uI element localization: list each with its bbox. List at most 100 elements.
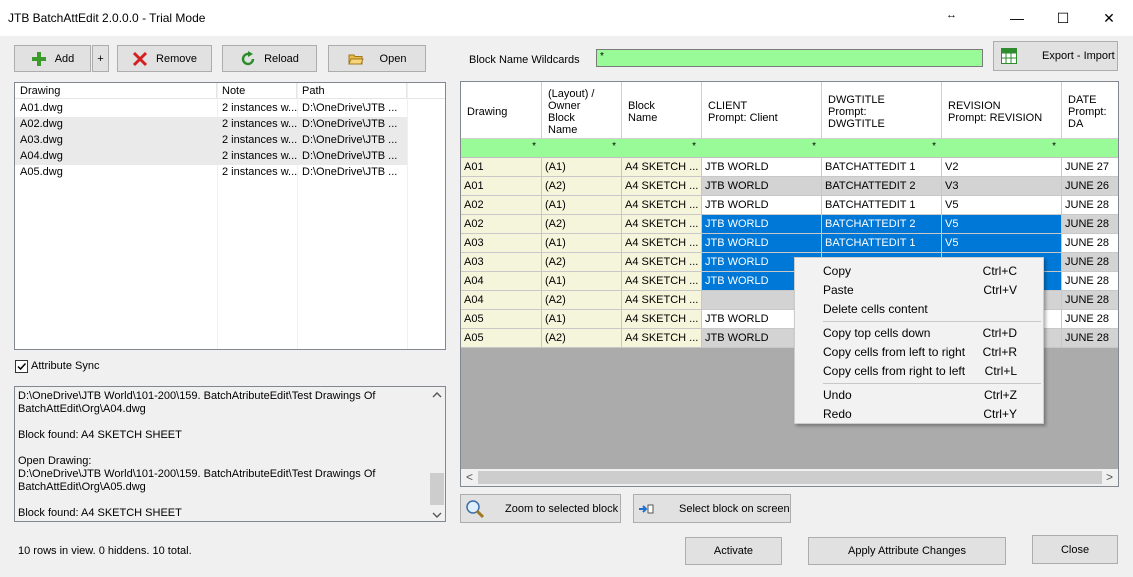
scroll-up-icon[interactable] — [432, 391, 442, 402]
grid-header-dwgtitle[interactable]: DWGTITLE Prompt: DWGTITLE — [822, 82, 942, 139]
grid-cell[interactable]: A03 — [461, 253, 542, 272]
wildcards-input[interactable]: * — [596, 49, 983, 67]
menu-item-paste[interactable]: Paste Ctrl+V — [795, 280, 1043, 299]
grid-scroll-thumb[interactable] — [478, 471, 1102, 484]
reload-button[interactable]: Reload — [222, 45, 317, 72]
activate-button[interactable]: Activate — [685, 537, 782, 565]
close-window-button[interactable]: ✕ — [1086, 0, 1132, 36]
open-button[interactable]: Open — [328, 45, 426, 72]
grid-cell[interactable]: JTB WORLD — [702, 215, 822, 234]
export-import-button[interactable]: Export - Import — [993, 41, 1118, 71]
grid-filter-drawing[interactable]: * — [461, 139, 542, 158]
scroll-right-icon[interactable]: > — [1106, 470, 1113, 484]
grid-cell[interactable]: A03 — [461, 234, 542, 253]
list-item[interactable]: A03.dwg 2 instances w... D:\OneDrive\JTB… — [15, 133, 407, 149]
grid-cell[interactable]: JUNE 28 — [1062, 272, 1118, 291]
add-button[interactable]: Add — [14, 45, 91, 72]
grid-filter-revision[interactable]: * — [942, 139, 1062, 158]
grid-cell[interactable]: BATCHATTEDIT 2 — [822, 215, 942, 234]
grid-filter-dwgtitle[interactable]: * — [822, 139, 942, 158]
grid-cell[interactable]: JUNE 28 — [1062, 234, 1118, 253]
grid-cell[interactable]: V5 — [942, 196, 1062, 215]
column-header-drawing[interactable]: Drawing — [15, 83, 217, 98]
grid-header-owner[interactable]: (Layout) / Owner Block Name — [542, 82, 622, 139]
list-item[interactable]: A01.dwg 2 instances w... D:\OneDrive\JTB… — [15, 101, 407, 117]
grid-cell[interactable]: A04 — [461, 272, 542, 291]
grid-cell[interactable]: JUNE 27 — [1062, 158, 1118, 177]
grid-cell[interactable]: (A1) — [542, 234, 622, 253]
grid-header-client[interactable]: CLIENT Prompt: Client — [702, 82, 822, 139]
grid-filter-client[interactable]: * — [702, 139, 822, 158]
grid-cell[interactable]: (A2) — [542, 291, 622, 310]
column-header-path[interactable]: Path — [297, 83, 407, 98]
grid-filter-owner[interactable]: * — [542, 139, 622, 158]
grid-cell[interactable]: JUNE 28 — [1062, 310, 1118, 329]
grid-cell[interactable]: A05 — [461, 310, 542, 329]
grid-cell[interactable]: A4 SKETCH ... — [622, 196, 702, 215]
grid-cell[interactable]: JUNE 28 — [1062, 253, 1118, 272]
scroll-left-icon[interactable]: < — [466, 470, 473, 484]
menu-item-copy[interactable]: Copy Ctrl+C — [795, 261, 1043, 280]
apply-attribute-changes-button[interactable]: Apply Attribute Changes — [808, 537, 1006, 565]
add-options-button[interactable]: + — [92, 45, 109, 72]
menu-item-delete-cells[interactable]: Delete cells content — [795, 299, 1043, 318]
grid-cell[interactable]: JTB WORLD — [702, 158, 822, 177]
grid-cell[interactable]: (A2) — [542, 253, 622, 272]
grid-header-date[interactable]: DATE Prompt: DA — [1062, 82, 1118, 139]
grid-header-revision[interactable]: REVISION Prompt: REVISION — [942, 82, 1062, 139]
grid-cell[interactable]: A04 — [461, 291, 542, 310]
grid-cell[interactable]: BATCHATTEDIT 1 — [822, 234, 942, 253]
select-block-button[interactable]: Select block on screen — [633, 494, 791, 523]
grid-cell[interactable]: BATCHATTEDIT 2 — [822, 177, 942, 196]
grid-cell[interactable]: JUNE 28 — [1062, 291, 1118, 310]
grid-filter-block-name[interactable]: * — [622, 139, 702, 158]
menu-item-redo[interactable]: Redo Ctrl+Y — [795, 404, 1043, 423]
grid-cell[interactable]: A05 — [461, 329, 542, 348]
grid-header-drawing[interactable]: Drawing — [461, 82, 542, 139]
grid-cell[interactable]: A4 SKETCH ... — [622, 310, 702, 329]
menu-item-copy-top-down[interactable]: Copy top cells down Ctrl+D — [795, 323, 1043, 342]
scroll-down-icon[interactable] — [432, 510, 442, 521]
maximize-button[interactable]: ☐ — [1040, 0, 1086, 36]
grid-cell[interactable]: BATCHATTEDIT 1 — [822, 158, 942, 177]
grid-cell[interactable]: A4 SKETCH ... — [622, 291, 702, 310]
grid-filter-date[interactable] — [1062, 139, 1118, 158]
grid-cell[interactable]: A4 SKETCH ... — [622, 215, 702, 234]
grid-cell[interactable]: A4 SKETCH ... — [622, 329, 702, 348]
grid-cell[interactable]: A4 SKETCH ... — [622, 272, 702, 291]
grid-cell[interactable]: A01 — [461, 177, 542, 196]
grid-cell[interactable]: V3 — [942, 177, 1062, 196]
grid-cell[interactable]: JUNE 28 — [1062, 215, 1118, 234]
list-item[interactable]: A05.dwg 2 instances w... D:\OneDrive\JTB… — [15, 165, 407, 181]
grid-cell[interactable]: JTB WORLD — [702, 177, 822, 196]
grid-cell[interactable]: (A2) — [542, 329, 622, 348]
grid-cell[interactable]: V2 — [942, 158, 1062, 177]
log-textbox[interactable]: D:\OneDrive\JTB World\101-200\159. Batch… — [14, 386, 446, 522]
grid-cell[interactable]: A4 SKETCH ... — [622, 253, 702, 272]
close-button[interactable]: Close — [1032, 535, 1118, 564]
grid-cell[interactable]: JUNE 28 — [1062, 196, 1118, 215]
grid-cell[interactable]: A4 SKETCH ... — [622, 177, 702, 196]
grid-cell[interactable]: JUNE 26 — [1062, 177, 1118, 196]
log-scroll-thumb[interactable] — [430, 473, 444, 505]
grid-cell[interactable]: JUNE 28 — [1062, 329, 1118, 348]
grid-cell[interactable]: (A1) — [542, 196, 622, 215]
grid-cell[interactable]: A02 — [461, 215, 542, 234]
menu-item-copy-right-left[interactable]: Copy cells from right to left Ctrl+L — [795, 361, 1043, 380]
grid-cell[interactable]: BATCHATTEDIT 1 — [822, 196, 942, 215]
drawings-list[interactable]: Drawing Note Path A01.dwg 2 instances w.… — [14, 82, 446, 350]
grid-cell[interactable]: JTB WORLD — [702, 234, 822, 253]
grid-cell[interactable]: V5 — [942, 234, 1062, 253]
zoom-to-selected-button[interactable]: Zoom to selected block — [460, 494, 621, 523]
grid-cell[interactable]: JTB WORLD — [702, 196, 822, 215]
grid-header-block-name[interactable]: Block Name — [622, 82, 702, 139]
log-scrollbar[interactable] — [428, 387, 445, 521]
grid-cell[interactable]: V5 — [942, 215, 1062, 234]
grid-hscrollbar[interactable]: < > — [461, 469, 1118, 486]
grid-cell[interactable]: A4 SKETCH ... — [622, 158, 702, 177]
minimize-button[interactable]: — — [994, 0, 1040, 36]
grid-cell[interactable]: (A2) — [542, 215, 622, 234]
grid-cell[interactable]: (A2) — [542, 177, 622, 196]
attribute-sync-checkbox[interactable] — [15, 360, 28, 373]
menu-item-undo[interactable]: Undo Ctrl+Z — [795, 385, 1043, 404]
